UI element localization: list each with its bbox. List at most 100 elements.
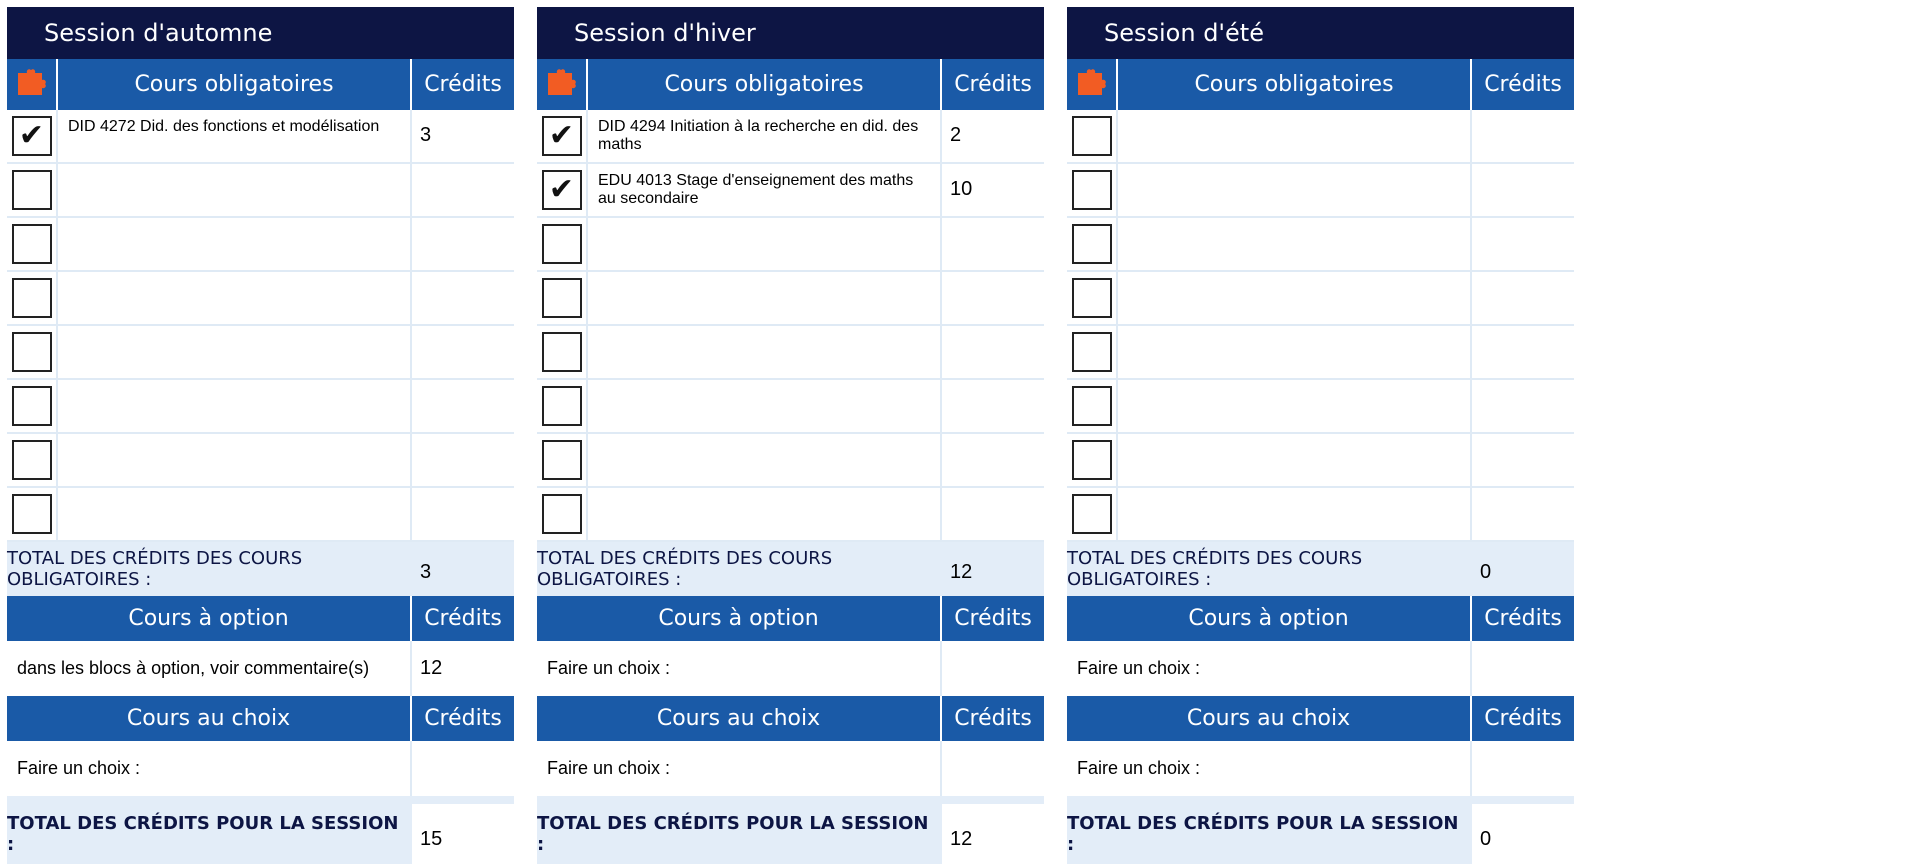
checkbox-cell <box>1067 110 1118 162</box>
course-row <box>537 434 1044 488</box>
course-row <box>537 272 1044 326</box>
course-checkbox[interactable] <box>11 224 52 264</box>
option-courses-row[interactable]: dans les blocs à option, voir commentair… <box>7 641 514 696</box>
course-name[interactable] <box>1118 110 1472 162</box>
course-checkbox[interactable]: ✔ <box>11 116 52 156</box>
course-name[interactable]: EDU 4013 Stage d'enseignement des maths … <box>588 164 942 216</box>
course-name[interactable] <box>58 272 412 324</box>
elective-courses-text[interactable]: Faire un choix : <box>1067 741 1472 796</box>
required-courses-header: Cours obligatoires Crédits <box>7 59 514 110</box>
course-credits: 2 <box>950 124 962 146</box>
course-checkbox[interactable] <box>1071 440 1112 480</box>
course-name[interactable] <box>58 434 412 486</box>
course-name[interactable]: DID 4272 Did. des fonctions et modélisat… <box>58 110 412 162</box>
checkmark-icon: ✔ <box>548 119 575 152</box>
course-checkbox[interactable] <box>1071 332 1112 372</box>
course-checkbox[interactable] <box>1071 170 1112 210</box>
elective-courses-text[interactable]: Faire un choix : <box>7 741 412 796</box>
course-checkbox[interactable] <box>541 278 582 318</box>
checkmark-icon: ✔ <box>548 173 575 206</box>
course-name[interactable] <box>1118 434 1472 486</box>
elective-courses-text[interactable]: Faire un choix : <box>537 741 942 796</box>
course-name[interactable] <box>58 164 412 216</box>
course-credits <box>942 272 1044 324</box>
course-name[interactable] <box>58 326 412 378</box>
course-name[interactable]: DID 4294 Initiation à la recherche en di… <box>588 110 942 162</box>
required-courses-title: Cours obligatoires <box>58 59 412 110</box>
option-courses-title: Cours à option <box>537 596 942 641</box>
course-name[interactable] <box>588 272 942 324</box>
course-checkbox[interactable] <box>11 494 52 534</box>
course-credits <box>1472 218 1574 270</box>
course-name[interactable] <box>58 380 412 432</box>
course-checkbox[interactable] <box>1071 278 1112 318</box>
course-name[interactable] <box>1118 380 1472 432</box>
elective-courses-title: Cours au choix <box>537 696 942 741</box>
elective-courses-row[interactable]: Faire un choix : <box>1067 741 1574 796</box>
course-checkbox[interactable] <box>11 332 52 372</box>
elective-courses-row[interactable]: Faire un choix : <box>537 741 1044 796</box>
course-name[interactable] <box>1118 272 1472 324</box>
course-row <box>1067 218 1574 272</box>
course-credits <box>412 164 514 216</box>
course-name[interactable] <box>588 218 942 270</box>
credits-header: Crédits <box>424 606 502 631</box>
course-checkbox[interactable] <box>541 440 582 480</box>
course-name[interactable] <box>588 326 942 378</box>
checkbox-cell <box>1067 272 1118 324</box>
session-total-value: 15 <box>412 804 514 864</box>
course-name[interactable] <box>1118 218 1472 270</box>
option-courses-text[interactable]: dans les blocs à option, voir commentair… <box>7 641 412 696</box>
elective-courses-row[interactable]: Faire un choix : <box>7 741 514 796</box>
course-checkbox[interactable] <box>541 332 582 372</box>
required-total-label: TOTAL DES CRÉDITS DES COURS OBLIGATOIRES… <box>1067 548 1363 590</box>
option-courses-text[interactable]: Faire un choix : <box>537 641 942 696</box>
course-credits <box>412 218 514 270</box>
session-total-value: 0 <box>1472 804 1574 864</box>
session-title: Session d'automne <box>7 7 514 59</box>
course-checkbox[interactable] <box>1071 386 1112 426</box>
course-name[interactable] <box>588 380 942 432</box>
session-total-value: 12 <box>942 804 1044 864</box>
credits-header: Crédits <box>424 706 502 731</box>
course-checkbox[interactable] <box>11 278 52 318</box>
course-name[interactable] <box>588 488 942 540</box>
course-name[interactable] <box>1118 164 1472 216</box>
elective-courses-header: Cours au choix Crédits <box>537 696 1044 741</box>
header-icon-cell <box>1067 59 1118 110</box>
elective-courses-credits <box>412 741 514 796</box>
course-checkbox[interactable]: ✔ <box>541 116 582 156</box>
course-checkbox[interactable] <box>1071 116 1112 156</box>
course-name[interactable] <box>1118 488 1472 540</box>
course-name[interactable] <box>58 218 412 270</box>
course-name[interactable] <box>588 434 942 486</box>
checkbox-cell <box>537 218 588 270</box>
course-checkbox[interactable] <box>11 386 52 426</box>
option-courses-row[interactable]: Faire un choix : <box>1067 641 1574 696</box>
checkbox-cell <box>537 434 588 486</box>
course-checkbox[interactable] <box>541 494 582 534</box>
course-name[interactable] <box>58 488 412 540</box>
course-name[interactable] <box>1118 326 1472 378</box>
required-courses-header: Cours obligatoires Crédits <box>537 59 1044 110</box>
course-credits <box>942 488 1044 540</box>
course-row <box>1067 164 1574 218</box>
course-checkbox[interactable]: ✔ <box>541 170 582 210</box>
option-courses-row[interactable]: Faire un choix : <box>537 641 1044 696</box>
course-row <box>7 434 514 488</box>
course-credits <box>942 218 1044 270</box>
course-row <box>1067 380 1574 434</box>
course-checkbox[interactable] <box>541 386 582 426</box>
course-credits <box>1472 110 1574 162</box>
credits-header: Crédits <box>1484 606 1562 631</box>
course-checkbox[interactable] <box>1071 224 1112 264</box>
course-row <box>1067 272 1574 326</box>
course-row <box>1067 110 1574 164</box>
course-checkbox[interactable] <box>11 170 52 210</box>
course-checkbox[interactable] <box>11 440 52 480</box>
session-total-label: TOTAL DES CRÉDITS POUR LA SESSION : <box>1067 813 1459 855</box>
header-icon-cell <box>537 59 588 110</box>
option-courses-text[interactable]: Faire un choix : <box>1067 641 1472 696</box>
course-checkbox[interactable] <box>1071 494 1112 534</box>
course-checkbox[interactable] <box>541 224 582 264</box>
